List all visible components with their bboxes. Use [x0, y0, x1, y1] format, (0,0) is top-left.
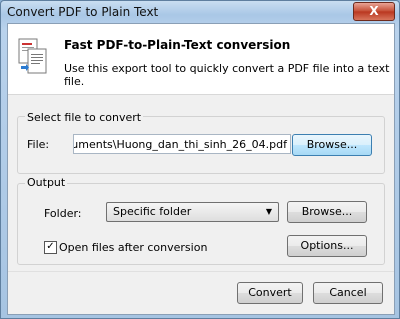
header-description: Use this export tool to quickly convert …	[64, 62, 390, 88]
file-path-input[interactable]: C:\Users\Documents\Huong_dan_thi_sinh_26…	[73, 134, 291, 154]
dialog-body: Fast PDF-to-Plain-Text conversion Use th…	[7, 23, 395, 315]
options-button[interactable]: Options...	[287, 235, 367, 257]
close-button[interactable]: X	[353, 2, 395, 21]
convert-button[interactable]: Convert	[237, 282, 303, 304]
close-icon: X	[369, 4, 379, 18]
folder-select-value: Specific folder	[113, 205, 192, 218]
chevron-down-icon: ▼	[265, 207, 272, 216]
folder-select[interactable]: Specific folder ▼	[106, 202, 279, 222]
footer-divider	[8, 271, 394, 272]
window-title: Convert PDF to Plain Text	[7, 5, 159, 19]
folder-label: Folder:	[44, 207, 82, 220]
dialog-window: Convert PDF to Plain Text X Fast PDF-to-…	[0, 0, 400, 319]
file-browse-button[interactable]: Browse...	[292, 134, 372, 156]
select-file-group-label: Select file to convert	[25, 111, 144, 124]
pdf-to-text-icon	[18, 38, 47, 74]
header-panel: Fast PDF-to-Plain-Text conversion Use th…	[8, 24, 394, 95]
output-group-label: Output	[25, 176, 68, 189]
file-label: File:	[27, 138, 50, 151]
folder-browse-button[interactable]: Browse...	[287, 201, 367, 223]
open-files-label[interactable]: Open files after conversion	[59, 241, 207, 254]
open-files-checkbox[interactable]: ✓	[44, 241, 57, 254]
cancel-button[interactable]: Cancel	[313, 282, 383, 304]
header-title: Fast PDF-to-Plain-Text conversion	[64, 38, 291, 52]
title-bar[interactable]: Convert PDF to Plain Text X	[1, 1, 399, 23]
